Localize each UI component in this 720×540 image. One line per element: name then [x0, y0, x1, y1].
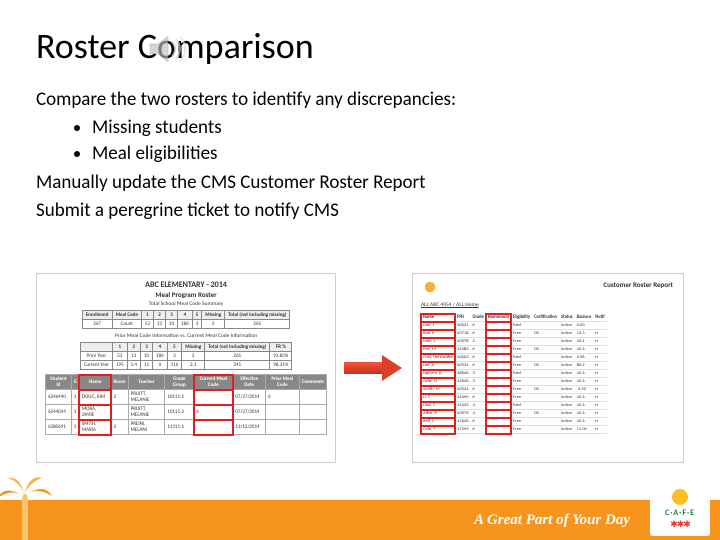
summary-table-2: 12345MissingTotal (not including missing… — [80, 342, 293, 370]
summary-table-1: EnrollmentMeal Code12345MissingTotal (no… — [82, 310, 291, 329]
palm-tree-icon — [0, 474, 54, 540]
customer-roster-table: NamePINGradeHomeroomEligibilityCertifica… — [421, 314, 607, 434]
people-icon: ✱✱✱ — [670, 519, 690, 530]
body-text: Compare the two rosters to identify any … — [36, 88, 684, 227]
left-section2: Prior Meal Code Information vs. Current … — [45, 333, 327, 339]
badge-text: C·A·F·E — [665, 508, 695, 518]
arrow-icon — [344, 355, 404, 381]
sun-icon — [670, 487, 690, 507]
right-report-title: Customer Roster Report — [603, 280, 673, 289]
bullet-2: Meal eligibilities — [92, 142, 684, 166]
body-p2: Manually update the CMS Customer Roster … — [36, 171, 684, 195]
roster-detail-table: Student IdGNameRoomTeacherGrade GroupCur… — [45, 374, 327, 435]
left-report-title: ABC ELEMENTARY - 2014 — [45, 280, 327, 290]
left-report-sub: Meal Program Roster — [45, 290, 327, 299]
figure-right: Customer Roster Report ALL ABC 4054 / AL… — [412, 273, 684, 463]
figures-row: ABC ELEMENTARY - 2014 Meal Program Roste… — [36, 268, 684, 468]
speaker-icon — [148, 34, 188, 64]
right-report-sub: ALL ABC 4054 / ALL Home — [421, 302, 479, 308]
left-section1: Total School Meal Code Summary — [45, 301, 327, 307]
bullet-1: Missing students — [92, 116, 684, 140]
footer-bar: A Great Part of Your Day C·A·F·E ✱✱✱ — [0, 500, 720, 540]
footer-tagline: A Great Part of Your Day — [474, 512, 630, 529]
right-logo-icon — [421, 278, 439, 296]
body-p1: Compare the two rosters to identify any … — [36, 88, 684, 112]
figure-left: ABC ELEMENTARY - 2014 Meal Program Roste… — [36, 273, 336, 463]
footer-badge: C·A·F·E ✱✱✱ — [650, 480, 710, 536]
body-p3: Submit a peregrine ticket to notify CMS — [36, 199, 684, 223]
